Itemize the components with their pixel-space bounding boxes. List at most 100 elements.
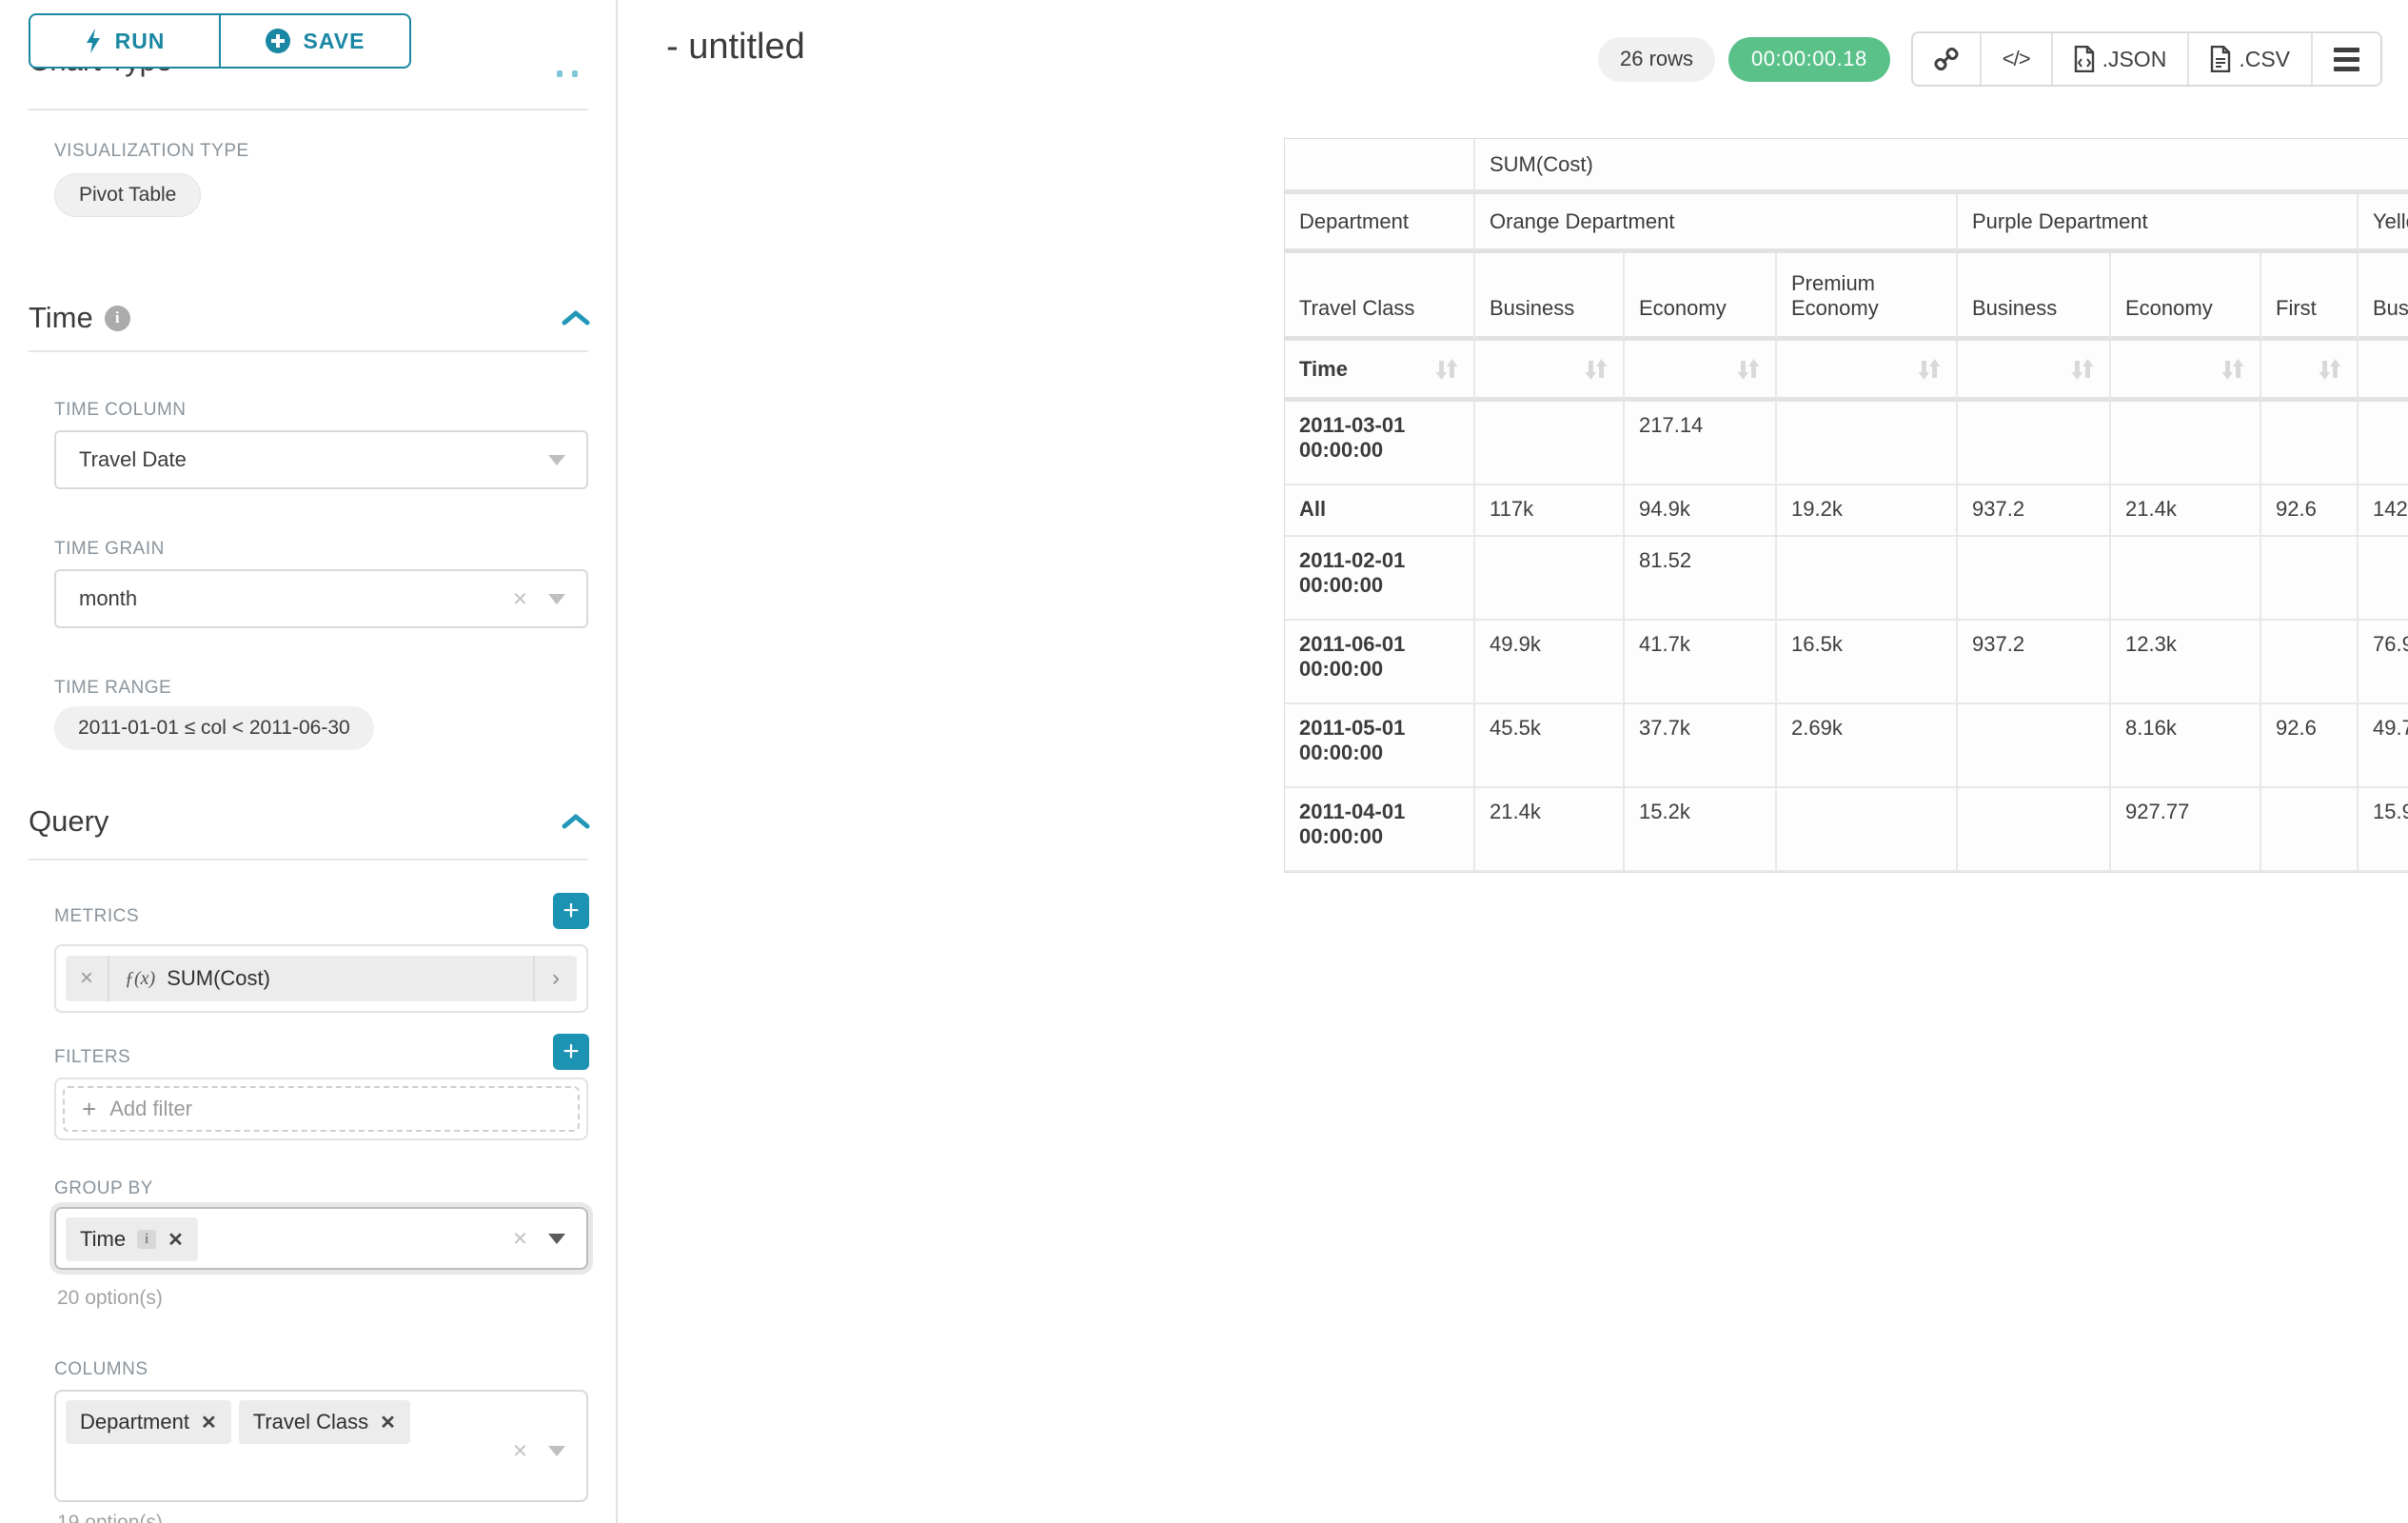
json-file-icon xyxy=(2074,46,2095,72)
time-column-label: TIME COLUMN xyxy=(54,400,187,421)
value-cell: 937.2 xyxy=(1958,485,2111,537)
time-range-pill[interactable]: 2011-01-01 ≤ col < 2011-06-30 xyxy=(54,706,374,750)
dimension-tag[interactable]: Department✕ xyxy=(66,1400,231,1444)
sortable-column-header[interactable] xyxy=(1958,341,2111,402)
column-group-header: Yellow Department xyxy=(2359,194,2408,253)
columns-select[interactable]: Department✕Travel Class✕ × xyxy=(54,1390,588,1502)
export-json-button[interactable]: .JSON xyxy=(2053,33,2190,85)
sort-icon[interactable] xyxy=(2220,355,2245,384)
sort-icon[interactable] xyxy=(1584,355,1609,384)
csv-file-icon xyxy=(2210,46,2231,72)
sortable-column-header[interactable] xyxy=(1777,341,1958,402)
sort-icon[interactable] xyxy=(1917,355,1942,384)
value-cell: 16.5k xyxy=(1777,621,1958,704)
remove-metric-icon[interactable]: × xyxy=(66,956,109,1001)
group-by-tags: Timei✕ xyxy=(66,1217,577,1261)
run-button[interactable]: RUN xyxy=(29,13,220,69)
column-header: First xyxy=(2261,253,2359,341)
value-cell: 117k xyxy=(1475,485,1625,537)
value-cell: 8.16k xyxy=(2111,704,2261,788)
value-cell xyxy=(1475,537,1625,621)
add-filter-plus-button[interactable]: + xyxy=(553,1034,589,1070)
value-cell: 15.9k xyxy=(2359,788,2408,872)
value-cell xyxy=(2111,402,2261,485)
result-toolbar: 26 rows 00:00:00.18 </> xyxy=(1598,31,2382,87)
query-section-header[interactable]: Query xyxy=(29,804,109,839)
code-icon: </> xyxy=(2003,47,2030,71)
column-header: Economy xyxy=(1625,253,1777,341)
time-column-select[interactable]: Travel Date xyxy=(54,430,588,489)
chart-title[interactable]: - untitled xyxy=(666,27,805,68)
value-cell xyxy=(2111,537,2261,621)
remove-tag-icon[interactable]: ✕ xyxy=(168,1228,184,1252)
dimension-tag[interactable]: Timei✕ xyxy=(66,1217,198,1261)
lightning-icon xyxy=(85,29,102,53)
value-cell xyxy=(1958,537,2111,621)
hamburger-icon xyxy=(2334,48,2359,71)
time-range-label: TIME RANGE xyxy=(54,678,171,699)
query-timer-badge: 00:00:00.18 xyxy=(1728,37,1890,82)
plus-circle-icon xyxy=(266,29,290,53)
value-cell xyxy=(1777,537,1958,621)
metric-header-cell: SUM(Cost) xyxy=(1475,139,2408,194)
pivot-table-container: SUM(Cost)DepartmentOrange DepartmentPurp… xyxy=(1284,138,2408,873)
row-label-cell: 2011-05-01 00:00:00 xyxy=(1285,704,1475,788)
sort-icon[interactable] xyxy=(2070,355,2095,384)
value-cell xyxy=(1777,788,1958,872)
column-header: Business xyxy=(2359,253,2408,341)
row-label-cell: 2011-03-01 00:00:00 xyxy=(1285,402,1475,485)
save-button[interactable]: SAVE xyxy=(220,13,411,69)
clear-icon[interactable]: × xyxy=(513,584,527,614)
metrics-label: METRICS xyxy=(54,906,139,927)
filters-container: + Add filter xyxy=(54,1078,588,1140)
sort-icon[interactable] xyxy=(2318,355,2342,384)
sortable-column-header[interactable] xyxy=(2261,341,2359,402)
visualization-type-label: VISUALIZATION TYPE xyxy=(54,141,249,162)
remove-tag-icon[interactable]: ✕ xyxy=(201,1411,217,1434)
visualization-type-pill[interactable]: Pivot Table xyxy=(54,173,201,217)
chevron-down-icon xyxy=(548,455,565,465)
explore-page: Chart Type RUN SAVE VISUALIZATION TYPE P… xyxy=(0,0,2408,1523)
dimension-tag[interactable]: Travel Class✕ xyxy=(239,1400,410,1444)
embed-code-button[interactable]: </> xyxy=(1982,33,2053,85)
remove-tag-icon[interactable]: ✕ xyxy=(380,1411,396,1434)
group-by-select[interactable]: Timei✕ × xyxy=(54,1207,588,1270)
section-divider xyxy=(29,109,588,110)
chevron-down-icon xyxy=(548,1446,565,1456)
sortable-column-header[interactable] xyxy=(2359,341,2408,402)
filters-label: FILTERS xyxy=(54,1047,130,1068)
export-csv-button[interactable]: .CSV xyxy=(2189,33,2313,85)
value-cell: 92.6 xyxy=(2261,485,2359,537)
value-cell xyxy=(2261,788,2359,872)
value-cell: 49.7k xyxy=(2359,704,2408,788)
copy-link-button[interactable] xyxy=(1913,33,1982,85)
time-sort-header[interactable]: Time xyxy=(1285,341,1475,402)
value-cell xyxy=(1958,788,2111,872)
sort-icon[interactable] xyxy=(1434,355,1459,384)
clear-icon[interactable]: × xyxy=(513,1224,527,1254)
time-grain-select[interactable]: month × xyxy=(54,569,588,628)
metric-pill[interactable]: × ƒ(x) SUM(Cost) › xyxy=(66,956,577,1001)
sortable-column-header[interactable] xyxy=(1625,341,1777,402)
more-options-button[interactable] xyxy=(2313,33,2380,85)
collapse-time-chevron-icon[interactable] xyxy=(562,310,590,326)
function-icon: ƒ(x) xyxy=(125,968,155,990)
sort-icon[interactable] xyxy=(1736,355,1761,384)
clear-icon[interactable]: × xyxy=(513,1436,527,1466)
add-filter-button[interactable]: + Add filter xyxy=(63,1086,580,1132)
expand-metric-chevron-icon[interactable]: › xyxy=(533,956,577,1001)
sortable-column-header[interactable] xyxy=(1475,341,1625,402)
sortable-column-header[interactable] xyxy=(2111,341,2261,402)
chevron-down-icon xyxy=(548,1234,565,1244)
value-cell: 217.14 xyxy=(1625,402,1777,485)
columns-options-note: 19 option(s) xyxy=(57,1512,163,1523)
value-cell: 21.4k xyxy=(2111,485,2261,537)
plus-icon: + xyxy=(82,1095,96,1124)
collapse-query-chevron-icon[interactable] xyxy=(562,814,590,829)
group-by-label: GROUP BY xyxy=(54,1178,153,1199)
time-section-header[interactable]: Time i xyxy=(29,301,130,335)
add-metric-button[interactable]: + xyxy=(553,893,589,929)
value-cell: 12.3k xyxy=(2111,621,2261,704)
value-cell xyxy=(2261,537,2359,621)
value-cell xyxy=(1777,402,1958,485)
